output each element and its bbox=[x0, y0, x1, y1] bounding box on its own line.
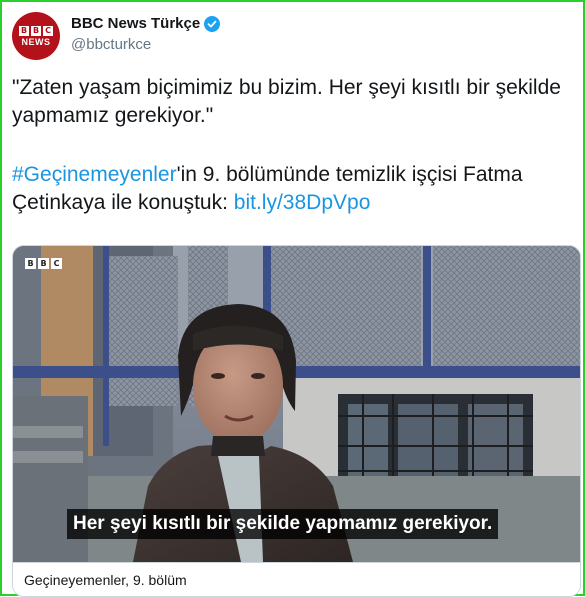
watermark-letter: C bbox=[51, 258, 62, 269]
display-name-row[interactable]: BBC News Türkçe bbox=[71, 15, 221, 32]
avatar-news-text: NEWS bbox=[21, 36, 51, 47]
card-title[interactable]: Geçineyemenler, 9. bölüm bbox=[24, 572, 187, 588]
user-handle[interactable]: @bbcturkce bbox=[71, 36, 220, 53]
watermark-letter: B bbox=[38, 258, 49, 269]
avatar[interactable]: B B C NEWS bbox=[12, 12, 60, 60]
tweet-paragraph: #Geçinemeyenler'in 9. bölümünde temizlik… bbox=[12, 161, 572, 217]
author-names: BBC News Türkçe @bbcturkce bbox=[71, 15, 221, 53]
tweet-quote: "Zaten yaşam biçimimiz bu bizim. Her şey… bbox=[12, 76, 561, 127]
hashtag-link[interactable]: #Geçinemeyenler bbox=[12, 163, 177, 186]
video-thumbnail[interactable]: B B C Her şeyi kısıtlı bir şekilde yapma… bbox=[13, 246, 580, 562]
video-subtitle: Her şeyi kısıtlı bir şekilde yapmamız ge… bbox=[67, 509, 499, 539]
bbc-logo: B B C bbox=[19, 25, 53, 36]
tweet-container: B B C NEWS BBC News Türkçe @bbcturkce "Z… bbox=[0, 0, 585, 597]
tweet-text: "Zaten yaşam biçimimiz bu bizim. Her şey… bbox=[12, 74, 572, 217]
card-footer[interactable]: Geçineyemenler, 9. bölüm bbox=[13, 562, 580, 596]
bbc-logo-letter: B bbox=[31, 25, 41, 36]
verified-badge-icon bbox=[204, 15, 221, 32]
bbc-watermark: B B C bbox=[25, 258, 62, 269]
short-url-link[interactable]: bit.ly/38DpVpo bbox=[234, 191, 371, 214]
watermark-letter: B bbox=[25, 258, 36, 269]
bbc-logo-letter: C bbox=[43, 25, 53, 36]
display-name[interactable]: BBC News Türkçe bbox=[71, 15, 200, 32]
tweet-header: B B C NEWS BBC News Türkçe @bbcturkce bbox=[12, 12, 572, 62]
bbc-logo-letter: B bbox=[19, 25, 29, 36]
media-card[interactable]: B B C Her şeyi kısıtlı bir şekilde yapma… bbox=[12, 245, 581, 597]
